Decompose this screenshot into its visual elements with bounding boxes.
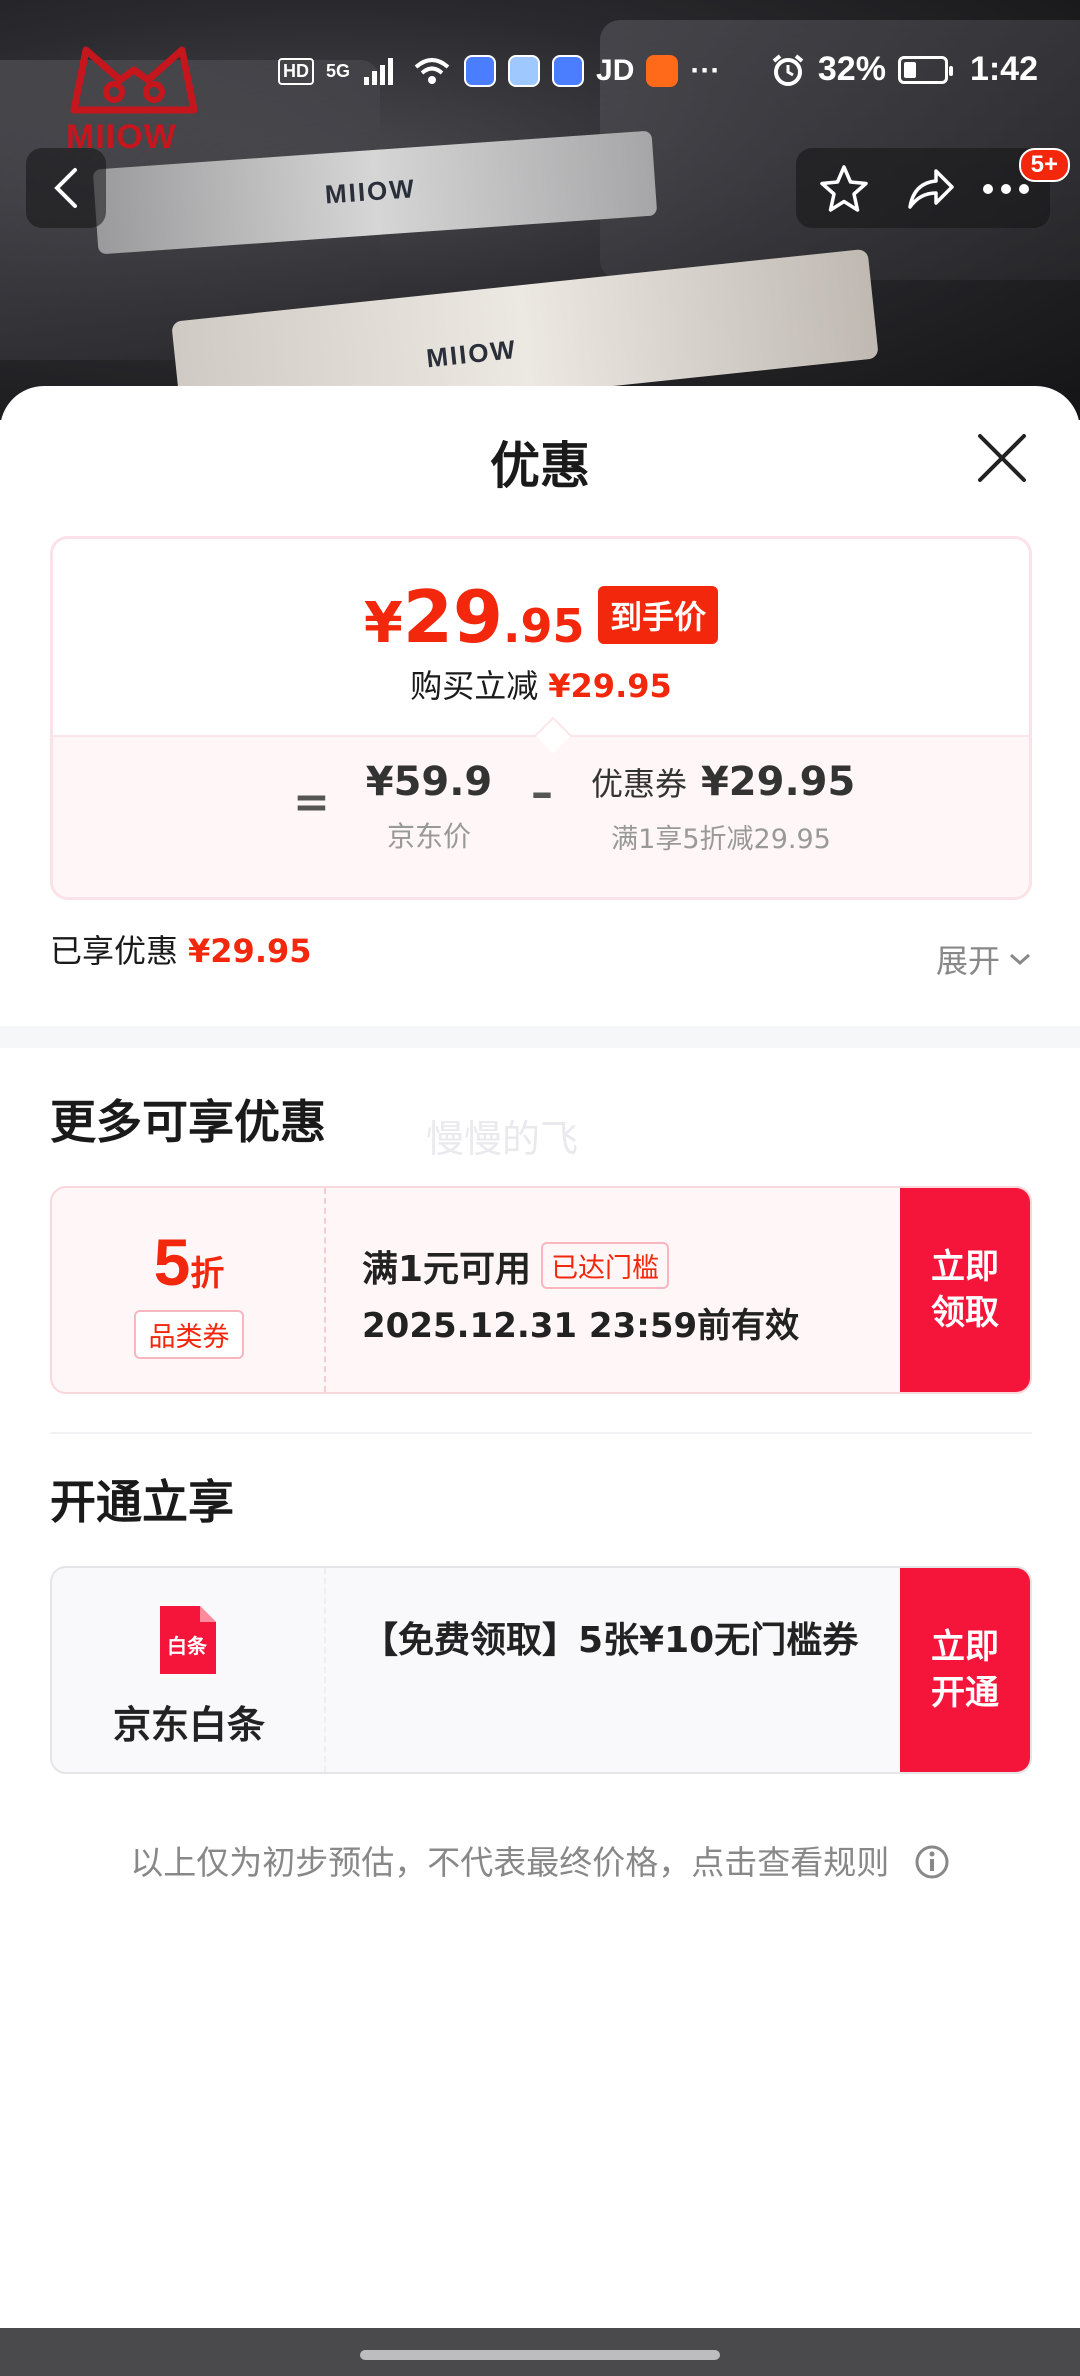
favorite-button[interactable] bbox=[818, 163, 870, 215]
status-bar: HD 5G JD ··· 32% 1:42 bbox=[0, 40, 1080, 110]
jd-price-value: ¥59.9 bbox=[365, 759, 493, 805]
final-price: ¥29.95 到手价 bbox=[53, 575, 1029, 659]
clock-time: 1:42 bbox=[969, 50, 1038, 88]
browser-app-icon bbox=[464, 55, 497, 87]
final-price-decimal: .95 bbox=[503, 599, 585, 653]
expand-toggle[interactable]: 展开 bbox=[936, 936, 1032, 982]
info-icon[interactable] bbox=[914, 1844, 950, 1880]
baitiao-description: 【免费领取】5张¥10无门槛券 bbox=[362, 1620, 859, 1661]
more-notifications: ··· bbox=[690, 54, 721, 87]
battery-percent: 32% bbox=[817, 50, 886, 88]
share-icon bbox=[908, 169, 954, 209]
coupon-value: ¥29.95 bbox=[700, 759, 856, 805]
coupon-deduction: 优惠券 ¥29.95 满1享5折减29.95 bbox=[591, 759, 855, 856]
expand-label: 展开 bbox=[935, 942, 1000, 980]
category-coupon: 5折 品类券 满1元可用 已达门槛 2025.12.31 23:59前有效 立即领… bbox=[50, 1186, 1032, 1394]
hd-indicator: HD bbox=[278, 57, 314, 85]
chevron-down-icon bbox=[1010, 953, 1030, 966]
coupon-validity: 2025.12.31 23:59前有效 bbox=[362, 1306, 800, 1346]
coupon-discount: 5折 bbox=[52, 1224, 326, 1300]
enjoyed-value: ¥29.95 bbox=[188, 932, 312, 970]
back-button[interactable] bbox=[26, 148, 106, 228]
close-button[interactable] bbox=[972, 428, 1032, 488]
discount-number: 5 bbox=[153, 1225, 191, 1299]
open-baitiao-button[interactable]: 立即 开通 bbox=[900, 1568, 1030, 1772]
minus-sign: – bbox=[531, 767, 553, 818]
section-separator bbox=[50, 1432, 1032, 1434]
star-icon bbox=[820, 165, 868, 212]
coupon-info: 满1元可用 已达门槛 2025.12.31 23:59前有效 bbox=[362, 1188, 900, 1392]
enjoyed-discount: 已享优惠 ¥29.95 bbox=[50, 926, 312, 972]
jd-price-label: 京东价 bbox=[386, 820, 471, 853]
final-price-tag: 到手价 bbox=[598, 586, 719, 644]
open-enjoy-title: 开通立享 bbox=[50, 1475, 234, 1529]
baitiao-name: 京东白条 bbox=[112, 1703, 265, 1747]
band-brand-text-2: MIIOW bbox=[424, 333, 519, 374]
claim-coupon-button[interactable]: 立即 领取 bbox=[900, 1188, 1030, 1392]
coupon-condition: 满1元可用 bbox=[362, 1249, 532, 1290]
rules-note[interactable]: 以上仅为初步预估，不代表最终价格，点击查看规则 bbox=[0, 1836, 1080, 1884]
battery-icon bbox=[897, 55, 953, 84]
share-button[interactable] bbox=[904, 163, 956, 215]
baitiao-left: 白条 京东白条 bbox=[52, 1568, 326, 1772]
jd-price: ¥59.9 京东价 bbox=[349, 759, 509, 855]
home-gesture-bar[interactable] bbox=[360, 2350, 720, 2360]
more-offers-title: 更多可享优惠 bbox=[50, 1095, 326, 1149]
ghost-app-icon bbox=[508, 55, 541, 87]
threshold-reached-tag: 已达门槛 bbox=[541, 1242, 670, 1289]
signal-icon bbox=[364, 58, 394, 85]
instant-discount: 购买立减 ¥29.95 bbox=[53, 661, 1029, 707]
discount-sheet: 优惠 ¥29.95 到手价 购买立减 ¥29.95 = ¥59.9 京东价 – 优… bbox=[0, 386, 1080, 2328]
jd-app-text: JD bbox=[596, 54, 635, 87]
discount-unit: 折 bbox=[190, 1254, 225, 1294]
coupon-prefix: 优惠券 bbox=[591, 765, 688, 803]
section-divider bbox=[0, 1026, 1080, 1048]
coupon-rule: 满1享5折减29.95 bbox=[611, 824, 831, 855]
rules-note-text: 以上仅为初步预估，不代表最终价格，点击查看规则 bbox=[130, 1843, 890, 1882]
watermark-text: 慢慢的飞 bbox=[426, 1117, 579, 1161]
baitiao-info: 【免费领取】5张¥10无门槛券 bbox=[362, 1568, 900, 1772]
browser-app-icon-2 bbox=[552, 55, 585, 87]
baitiao-offer-card: 白条 京东白条 【免费领取】5张¥10无门槛券 立即 开通 bbox=[50, 1566, 1032, 1774]
alarm-icon bbox=[772, 53, 804, 86]
coupon-type-tag: 品类券 bbox=[134, 1310, 244, 1359]
wifi-icon bbox=[414, 58, 450, 84]
network-type: 5G bbox=[326, 61, 351, 81]
price-breakdown-card: ¥29.95 到手价 购买立减 ¥29.95 = ¥59.9 京东价 – 优惠券 … bbox=[50, 536, 1032, 900]
final-price-yen: ¥ bbox=[363, 591, 403, 656]
message-count-badge: 5+ bbox=[1018, 148, 1070, 182]
baitiao-icon-text: 白条 bbox=[167, 1634, 207, 1658]
sheet-title: 优惠 bbox=[490, 437, 590, 495]
system-nav-bar bbox=[0, 2328, 1080, 2376]
equals-sign: = bbox=[293, 777, 330, 828]
band-brand-text: MIIOW bbox=[323, 173, 417, 210]
chevron-left-icon bbox=[54, 168, 77, 208]
shop-app-icon bbox=[646, 55, 679, 87]
final-price-integer: 29 bbox=[402, 575, 504, 659]
instant-discount-label: 购买立减 bbox=[410, 667, 539, 705]
coupon-left: 5折 品类券 bbox=[52, 1188, 326, 1392]
top-actions bbox=[796, 148, 1050, 228]
close-icon bbox=[978, 434, 1026, 482]
price-formula: = ¥59.9 京东价 – 优惠券 ¥29.95 满1享5折减29.95 bbox=[53, 735, 1029, 897]
battery-fill bbox=[903, 61, 917, 78]
instant-discount-value: ¥29.95 bbox=[548, 667, 672, 705]
enjoyed-label: 已享优惠 bbox=[50, 932, 179, 970]
